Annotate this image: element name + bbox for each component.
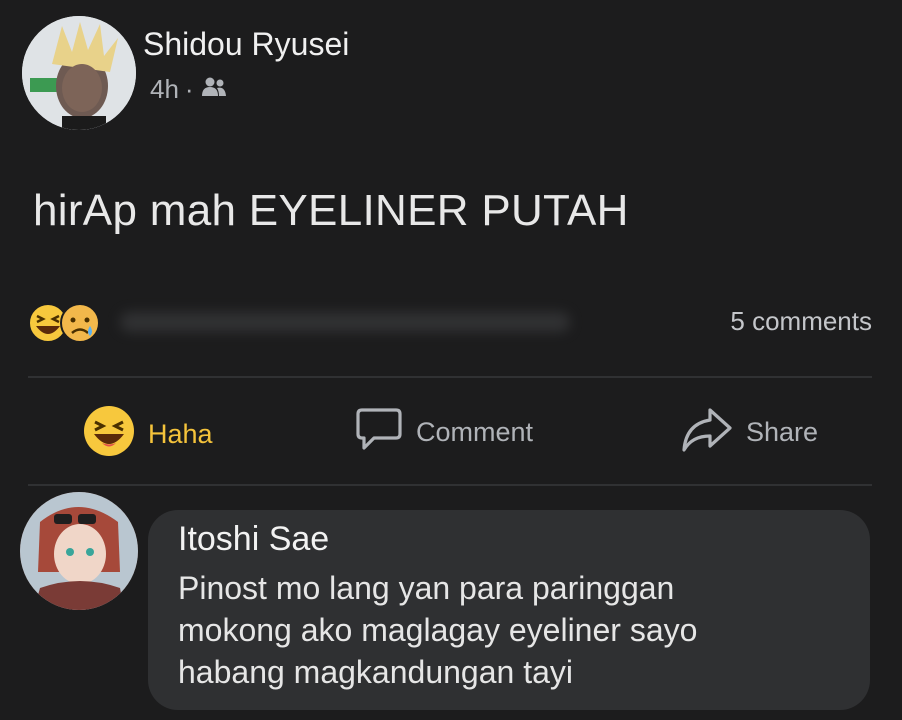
friends-icon bbox=[200, 74, 228, 105]
haha-emoji-icon bbox=[82, 404, 136, 465]
post-author-avatar[interactable] bbox=[22, 16, 136, 130]
share-button[interactable]: Share bbox=[680, 404, 818, 461]
post-text: hirAp mah EYELINER PUTAH bbox=[33, 186, 629, 235]
divider bbox=[28, 376, 872, 378]
haha-reaction-button[interactable]: Haha bbox=[82, 404, 213, 465]
comment-text-line: habang magkandungan tayi bbox=[178, 654, 573, 690]
comment-label: Comment bbox=[416, 417, 534, 447]
divider bbox=[28, 484, 872, 486]
comment-text-line: mokong ako maglagay eyeliner sayo bbox=[178, 612, 698, 648]
post-author-name[interactable]: Shidou Ryusei bbox=[143, 26, 349, 63]
meta-separator: · bbox=[184, 74, 194, 104]
post-meta: 4h · bbox=[150, 74, 228, 105]
comment-text-line: Pinost mo lang yan para paringgan bbox=[178, 570, 675, 606]
share-label: Share bbox=[746, 417, 819, 447]
commenter-name[interactable]: Itoshi Sae bbox=[178, 520, 329, 559]
blurred-reactor-names bbox=[120, 312, 570, 332]
share-arrow-icon bbox=[680, 404, 734, 461]
comment-bubble-icon bbox=[354, 404, 404, 461]
commenter-avatar[interactable] bbox=[20, 492, 138, 610]
post-time[interactable]: 4h bbox=[150, 74, 179, 105]
comment-button[interactable]: Comment bbox=[354, 404, 533, 461]
sad-emoji-icon bbox=[60, 303, 100, 343]
comments-count-link[interactable]: 5 comments bbox=[730, 306, 872, 337]
reaction-summary[interactable] bbox=[24, 300, 104, 346]
haha-label: Haha bbox=[148, 419, 213, 449]
